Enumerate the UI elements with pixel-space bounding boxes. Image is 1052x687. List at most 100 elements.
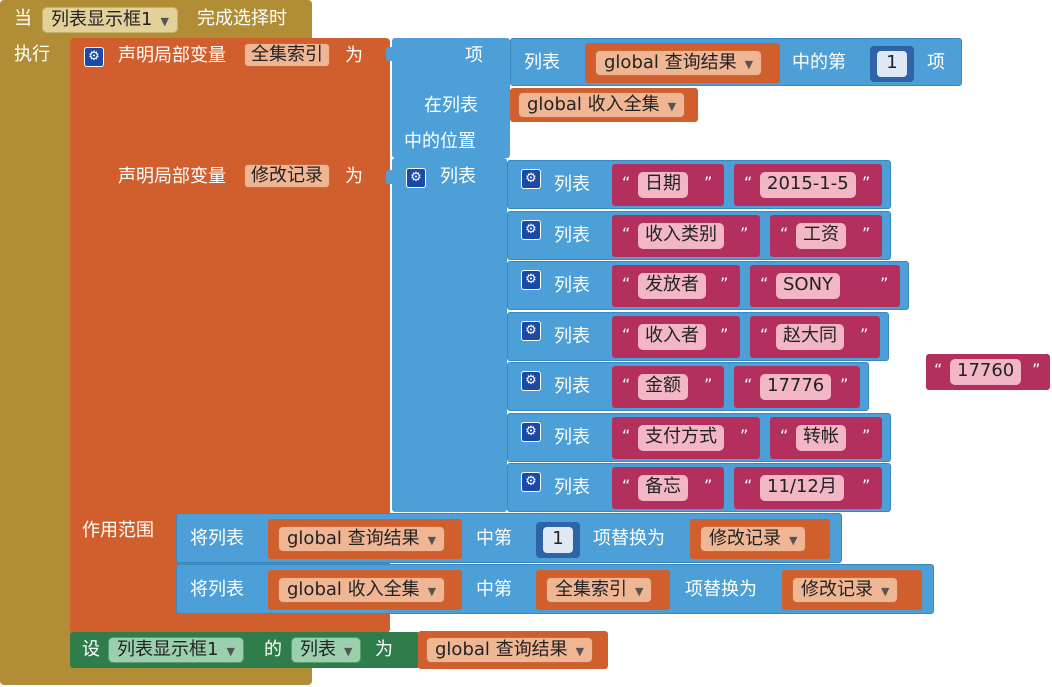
key-string-value[interactable]: 发放者 [638,273,706,299]
gear-icon[interactable]: ⚙ [84,47,104,67]
loose-string-block[interactable]: “ 17760 ” [926,354,1050,390]
key-string-value[interactable]: 备忘 [638,475,688,501]
value-string-value[interactable]: 17776 [760,374,832,400]
event-do-label: 执行 [14,44,50,65]
scope-label: 作用范围 [82,520,154,541]
value-string-value[interactable]: 工资 [796,222,846,249]
open-quote: “ [744,173,753,192]
replace2-index-getter[interactable]: 全集索引 ▼ [536,570,670,610]
replace2-value-getter[interactable]: 修改记录 ▼ [782,570,922,610]
key-string-value[interactable]: 收入者 [638,323,706,350]
value-string-block[interactable]: “ SONY ” [750,265,900,307]
value-string-block[interactable]: “ 2015-1-5 ” [734,164,882,206]
key-string-block[interactable]: “ 金额 ” [612,366,724,408]
set-value-dropdown[interactable]: global 查询结果 ▼ [426,637,594,663]
replace2-index-dropdown-label: 全集索引 [555,579,627,600]
get-variable-block[interactable]: global 查询结果 ▼ [585,43,780,83]
index-in-list-connector [386,47,392,61]
value-string-value[interactable]: 赵大同 [776,323,844,350]
value-string-value[interactable]: 11/12月 [760,475,844,501]
replace1-value-getter[interactable]: 修改记录 ▼ [690,519,830,559]
replace2-list-dropdown-label: global 收入全集 [287,579,420,600]
loose-string-value[interactable]: 17760 [950,359,1022,385]
open-quote: “ [622,223,631,243]
open-quote: “ [760,274,769,293]
gear-icon[interactable]: ⚙ [521,421,541,442]
value-string-block[interactable]: “ 工资 ” [770,214,882,257]
gear-icon[interactable]: ⚙ [406,168,426,188]
value-string-block[interactable]: “ 赵大同 ” [750,315,880,358]
replace1-number-block[interactable]: 1 [536,522,580,558]
close-quote: ” [862,425,871,445]
income-set-dropdown-label: global 收入全集 [527,94,660,115]
select-list-label: 列表 [524,52,560,73]
value-string-value[interactable]: SONY [776,273,841,299]
nested-list-block[interactable]: ⚙ 列表 “ 支付方式 ” “ 转帐 ” [507,412,891,462]
key-string-block[interactable]: “ 日期 ” [612,164,724,206]
key-string-block[interactable]: “ 备忘 ” [612,467,724,509]
chevron-down-icon: ▼ [744,58,754,71]
key-string-block[interactable]: “ 收入类别 ” [612,214,760,257]
gear-icon[interactable]: ⚙ [521,320,541,341]
open-quote: “ [760,324,769,344]
gear-icon[interactable]: ⚙ [521,219,541,240]
value-string-block[interactable]: “ 17776 ” [734,366,860,408]
value-string-value[interactable]: 2015-1-5 [760,172,856,198]
income-set-dropdown[interactable]: global 收入全集 ▼ [518,92,686,118]
get-income-set-block[interactable]: global 收入全集 ▼ [510,88,698,122]
index-position-label: 中的位置 [404,131,476,152]
close-quote: ” [704,476,713,495]
nested-list-block[interactable]: ⚙ 列表 “ 收入者 ” “ 赵大同 ” [507,311,889,361]
close-quote: ” [880,274,889,293]
replace2-value-dropdown[interactable]: 修改记录 ▼ [792,577,899,603]
component-dropdown[interactable]: 列表显示框1 ▼ [42,7,178,33]
variable-dropdown[interactable]: global 查询结果 ▼ [595,50,763,76]
close-quote: ” [862,223,871,243]
number-block[interactable]: 1 [870,46,914,82]
chevron-down-icon: ▼ [427,534,437,547]
close-quote: ” [862,476,871,495]
open-quote: “ [780,425,789,445]
local2-var-name[interactable]: 修改记录 [244,164,330,188]
index-in-list-label: 在列表 [424,95,478,116]
key-string-value[interactable]: 支付方式 [638,424,724,451]
gear-icon[interactable]: ⚙ [521,270,541,290]
chevron-down-icon: ▼ [344,645,353,658]
set-value-getter[interactable]: global 查询结果 ▼ [418,631,608,669]
replace1-number-value[interactable]: 1 [543,527,573,553]
local1-var-name[interactable]: 全集索引 [244,43,330,67]
value-string-block[interactable]: “ 11/12月 ” [734,467,882,509]
key-string-block[interactable]: “ 支付方式 ” [612,416,760,459]
set-property-dropdown[interactable]: 列表 ▼ [291,637,362,663]
gear-icon[interactable]: ⚙ [521,169,541,189]
close-quote: ” [840,375,849,394]
nested-list-block[interactable]: ⚙ 列表 “ 日期 ” “ 2015-1-5 ” [507,160,891,209]
value-string-value[interactable]: 转帐 [796,424,846,451]
nested-list-block[interactable]: ⚙ 列表 “ 金额 ” “ 17776 ” [507,362,869,411]
number-value[interactable]: 1 [877,51,907,77]
key-string-block[interactable]: “ 发放者 ” [612,265,740,307]
key-string-value[interactable]: 收入类别 [638,222,724,249]
key-string-block[interactable]: “ 收入者 ” [612,315,740,358]
replace2-index-dropdown[interactable]: 全集索引 ▼ [546,577,653,603]
value-string-block[interactable]: “ 转帐 ” [770,416,882,459]
nested-list-block[interactable]: ⚙ 列表 “ 收入类别 ” “ 工资 ” [507,210,891,260]
replace2-nth: 中第 [476,579,512,600]
replace2-list-dropdown[interactable]: global 收入全集 ▼ [278,577,446,603]
close-quote: ” [704,375,713,394]
gear-icon[interactable]: ⚙ [521,371,541,391]
replace1-list-dropdown[interactable]: global 查询结果 ▼ [278,526,446,552]
local2-label: 声明局部变量 [118,166,226,187]
set-property-label: 列表 [300,639,336,660]
set-component-dropdown[interactable]: 列表显示框1 ▼ [108,637,244,663]
open-quote: “ [744,476,753,495]
key-string-value[interactable]: 日期 [638,172,688,198]
make-list-block[interactable] [392,158,507,512]
gear-icon[interactable]: ⚙ [521,472,541,492]
replace1-list-getter[interactable]: global 查询结果 ▼ [268,519,462,559]
key-string-value[interactable]: 金额 [638,374,688,400]
nested-list-block[interactable]: ⚙ 列表 “ 发放者 ” “ SONY ” [507,261,909,310]
replace1-value-dropdown[interactable]: 修改记录 ▼ [700,526,807,552]
replace2-list-getter[interactable]: global 收入全集 ▼ [268,570,462,610]
nested-list-block[interactable]: ⚙ 列表 “ 备忘 ” “ 11/12月 ” [507,463,891,512]
